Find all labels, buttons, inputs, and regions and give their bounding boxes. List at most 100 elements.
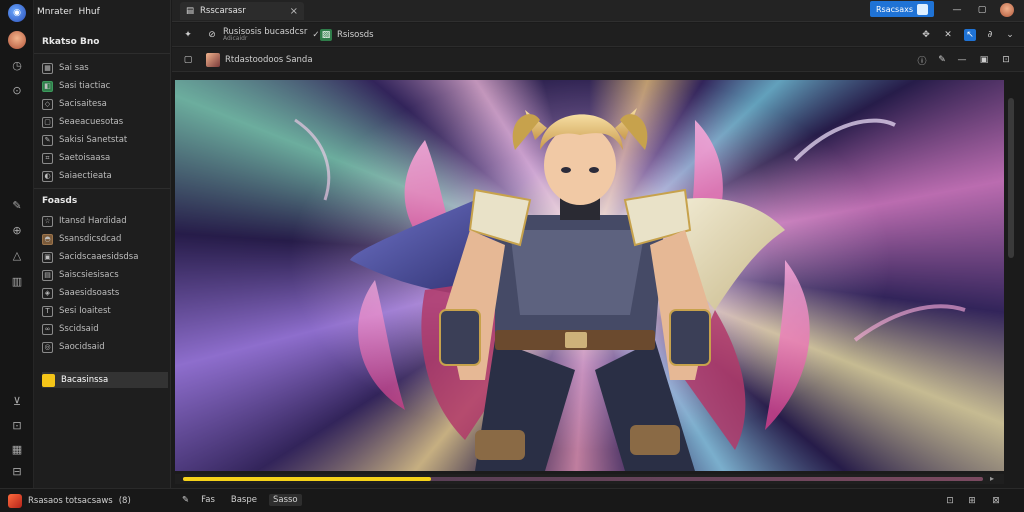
mode-button-3[interactable]: Sasso	[268, 494, 302, 506]
move-tool-button[interactable]: ✥	[920, 27, 932, 43]
view-toggle-icon[interactable]: ⊞	[966, 495, 978, 507]
move-icon: ✥	[922, 30, 930, 40]
brand-menu[interactable]: Hhuf	[78, 7, 99, 17]
link-icon: ⊘	[208, 30, 216, 40]
star-icon: ☆	[42, 215, 53, 227]
checkbox[interactable]: ▢	[182, 52, 194, 68]
info-icon: ⓘ	[917, 56, 927, 67]
progress-track[interactable]	[183, 477, 983, 481]
section-title: Foasds	[42, 196, 78, 206]
grid-view-button[interactable]: ▣	[978, 52, 990, 68]
project-info[interactable]: Rsasaos totsacsaws (8)	[8, 494, 131, 508]
sidebar-item-14[interactable]: ∞ Sscidsaid	[42, 321, 168, 337]
status-bar: Rsasaos totsacsaws (8) ✎ Fas Baspe Sasso…	[0, 488, 1024, 512]
document-selector[interactable]: ⊘ Rusisosis bucasdcsr Adicaidr ✓	[206, 27, 319, 43]
brand-name: Mnrater	[37, 7, 73, 17]
panel-icon[interactable]: ▥	[8, 272, 26, 290]
maximize-icon[interactable]: ▢	[975, 3, 989, 17]
brand-header[interactable]: Mnrater Hhuf	[7, 4, 100, 20]
timeline-progress[interactable]: ▸	[175, 474, 1004, 484]
minimize-icon[interactable]: —	[950, 3, 964, 17]
account-avatar[interactable]	[1000, 3, 1014, 17]
user-avatar[interactable]	[8, 31, 26, 49]
vertical-scrollbar[interactable]	[1006, 80, 1017, 471]
sidebar-item-1[interactable]: ▦ Sai sas	[42, 60, 168, 76]
zoom-fit-icon[interactable]: ⊠	[990, 495, 1002, 507]
left-icon-rail: ◉ ◷ ⊙ ✎ ⊕ △ ▥ ⊻ ⊡ ▦ ⊟	[0, 0, 34, 488]
globe-icon[interactable]: ⊕	[8, 221, 26, 239]
back-button[interactable]: ✦	[182, 27, 194, 43]
sidebar-item-9[interactable]: ◓ Ssansdicsdcad	[42, 231, 168, 247]
sticker-icon: ◎	[42, 341, 53, 353]
sidebar-item-12[interactable]: ◈ Saaesidsoasts	[42, 285, 168, 301]
sidebar-item-11[interactable]: ▤ Saiscsiesisacs	[42, 267, 168, 283]
grid-view-icon: ▣	[979, 55, 989, 65]
toolbar-primary: ✦ ⊘ Rusisosis bucasdcsr Adicaidr ✓ ▨ Rsi…	[172, 23, 1024, 47]
mode-icon: ✎	[182, 495, 190, 505]
pen-icon: ✎	[938, 55, 946, 65]
palette-icon: ◐	[42, 170, 53, 182]
brush-tool-icon[interactable]: ✎	[8, 196, 26, 214]
mode-button-1[interactable]: Fas	[197, 494, 219, 506]
divider	[34, 188, 170, 189]
lock-icon[interactable]: ⊡	[8, 416, 26, 434]
shape-icon: ◈	[42, 287, 53, 299]
link-icon: ∞	[42, 323, 53, 335]
crop-icon: ⌗	[42, 152, 53, 164]
artwork-canvas[interactable]	[175, 80, 1004, 471]
brush-icon: ✎	[42, 134, 53, 146]
tab-active[interactable]: ▤ Rsscarsasr ×	[180, 2, 304, 20]
sidebar-item-8[interactable]: ☆ Itansd Hardidad	[42, 213, 168, 229]
sidebar-item-16[interactable]: Bacasinssa	[42, 372, 168, 388]
clock-icon[interactable]: ⊙	[8, 81, 26, 99]
download-icon[interactable]: ⊻	[8, 392, 26, 410]
project-logo-icon	[8, 494, 22, 508]
transform-icon: ✕	[944, 30, 952, 40]
document-subtitle: Adicaidr	[223, 35, 248, 43]
layer-icon: ▨	[320, 29, 332, 41]
lasso-tool-button[interactable]: ∂	[984, 27, 996, 43]
lasso-icon: ∂	[987, 30, 993, 40]
minus-icon: —	[957, 55, 967, 65]
project-count: (8)	[118, 496, 131, 506]
divider	[34, 53, 170, 54]
film-icon: ▤	[42, 269, 53, 281]
sidebar-item-15[interactable]: ◎ Saocidsaid	[42, 339, 168, 355]
sidebar: Mnrater Hhuf Rkatso Bno ▦ Sai sas ◧ Sasi t…	[34, 0, 171, 488]
mode-button-2[interactable]: Baspe	[227, 494, 261, 506]
info-button[interactable]: ⓘ	[916, 52, 928, 68]
close-tab-icon[interactable]: ×	[290, 6, 298, 17]
file-info[interactable]: Rtdastoodoos Sanda	[206, 52, 313, 68]
sidebar-item-2[interactable]: ◧ Sasi tiactiac	[42, 78, 168, 94]
sidebar-item-5[interactable]: ✎ Sakisi Sanetstat	[42, 132, 168, 148]
toolbar-secondary: ▢ Rtdastoodoos Sanda ⓘ ✎ — ▣ ⊡	[172, 48, 1024, 72]
file-name: Rtdastoodoos Sanda	[225, 55, 313, 65]
sidebar-item-6[interactable]: ⌗ Saetoisaasa	[42, 150, 168, 166]
chevron-right-icon[interactable]: ▸	[990, 474, 994, 483]
trash-icon[interactable]: ⊟	[8, 462, 26, 480]
sidebar-item-4[interactable]: ▢ Seaeacuesotas	[42, 114, 168, 130]
fullscreen-button[interactable]: ⊡	[1000, 52, 1012, 68]
edit-button[interactable]: ✎	[936, 52, 948, 68]
sidebar-item-7[interactable]: ◐ Saiaectieata	[42, 168, 168, 184]
scrollbar-thumb[interactable]	[1008, 98, 1014, 258]
collapse-button[interactable]: —	[956, 52, 968, 68]
chevron-down-icon: ⌄	[1006, 30, 1014, 40]
primary-action-button[interactable]: Rsacsaxs	[870, 1, 934, 17]
history-icon[interactable]: ◷	[8, 56, 26, 74]
frame-icon: ▢	[42, 116, 53, 128]
more-options-button[interactable]: ⌄	[1004, 27, 1016, 43]
shapes-icon[interactable]: △	[8, 246, 26, 264]
text-icon: T	[42, 305, 53, 317]
folder-icon	[42, 373, 55, 387]
sidebar-item-3[interactable]: ◇ Sacisaitesa	[42, 96, 168, 112]
layer-selector[interactable]: ▨ Rsisosds	[320, 27, 374, 43]
pin-icon: ✦	[184, 30, 192, 40]
transform-tool-button[interactable]: ✕	[942, 27, 954, 43]
screenshot-icon[interactable]: ⊡	[944, 495, 956, 507]
select-tool-button[interactable]: ↖	[964, 27, 976, 43]
tag-icon: ◇	[42, 98, 53, 110]
sidebar-item-10[interactable]: ▣ Sacidscaaesidsdsa	[42, 249, 168, 265]
sidebar-item-13[interactable]: T Sesi Ioaitest	[42, 303, 168, 319]
calendar-icon[interactable]: ▦	[8, 440, 26, 458]
